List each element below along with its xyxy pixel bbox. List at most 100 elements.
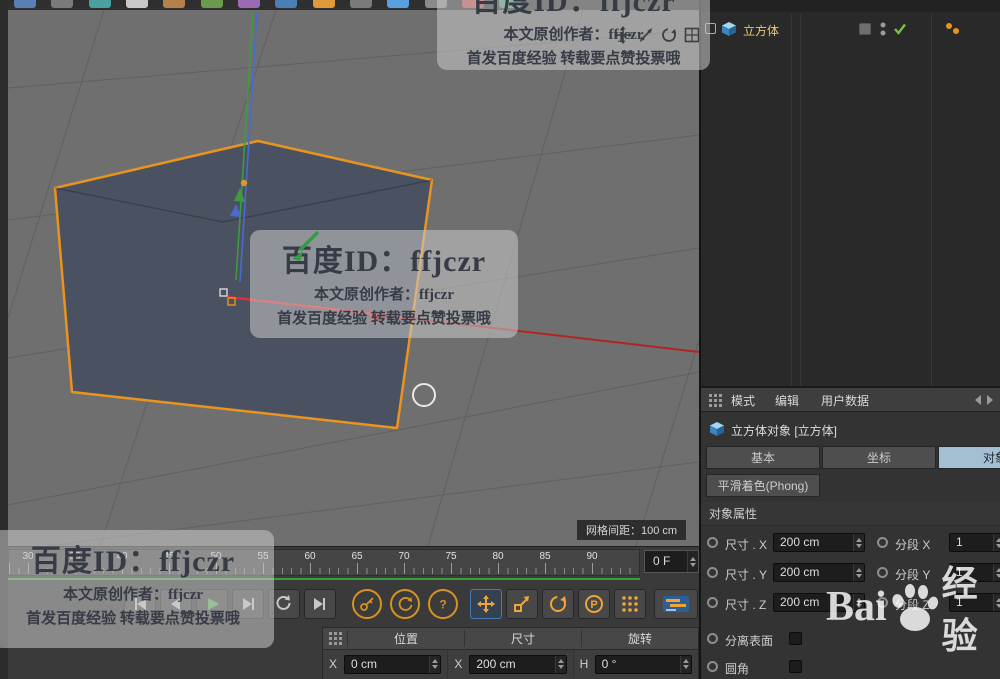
tick-label: 80 <box>492 551 504 562</box>
rotate-view-icon[interactable] <box>660 26 678 44</box>
attribute-tabs-2: 平滑着色(Phong) <box>701 474 1000 497</box>
position-x-field[interactable]: 0 cm <box>344 654 442 674</box>
zoom-view-icon[interactable] <box>637 26 655 44</box>
toolbar-icon-cutoff[interactable] <box>275 0 298 8</box>
toolbar-icon-cutoff[interactable] <box>387 0 410 8</box>
segments-x-input[interactable]: 1 <box>949 533 1000 552</box>
toolbar-icon-cutoff[interactable] <box>238 0 261 8</box>
anim-radio[interactable] <box>707 661 718 672</box>
toolbar-icon-cutoff[interactable] <box>312 0 335 8</box>
anim-radio[interactable] <box>707 537 718 548</box>
anim-radio[interactable] <box>707 567 718 578</box>
key-rotation-button[interactable] <box>542 589 574 619</box>
key-point-level-button[interactable] <box>614 589 646 619</box>
record-keyframe-button[interactable] <box>352 589 382 619</box>
toolbar-icon-cutoff[interactable] <box>14 0 36 8</box>
c4d-window: 网格间距：100 cm 30354045505560657075808590 0 <box>0 0 1000 679</box>
property-label: 分离表面 <box>725 634 774 648</box>
menu-edit[interactable]: 编辑 <box>775 392 799 409</box>
property-row-size-x: 尺寸 . X 200 cm 分段 X 1 <box>701 531 1000 555</box>
tab-object[interactable]: 对象 <box>938 446 1000 469</box>
help-glyph: ? <box>439 598 446 612</box>
watermark-author-text: 本文原创作者：ffjczr <box>63 587 203 603</box>
toolbar-icon-cutoff[interactable] <box>200 0 223 8</box>
keyframe-help-button[interactable]: ? <box>428 589 458 619</box>
object-row-cube[interactable]: 立方体 <box>701 18 1000 40</box>
coordinates-header: 位置 尺寸 旋转 <box>323 628 698 650</box>
green-arrow-mark <box>292 230 320 261</box>
render-dots-icon[interactable] <box>945 21 961 37</box>
tab-coordinates[interactable]: 坐标 <box>822 446 936 469</box>
tick-label: 85 <box>539 551 551 562</box>
size-x-input[interactable]: 200 cm <box>773 533 865 552</box>
rotation-h-field[interactable]: 0 ° <box>594 654 692 674</box>
timeline-window-button[interactable] <box>654 589 698 619</box>
toggle-views-icon[interactable] <box>683 26 699 44</box>
tab-phong[interactable]: 平滑着色(Phong) <box>706 474 820 497</box>
property-label: 分段 X <box>895 538 931 552</box>
autokey-button[interactable] <box>390 589 420 619</box>
toolbar-icon-cutoff[interactable] <box>51 0 74 8</box>
pan-view-icon[interactable] <box>614 26 632 44</box>
axis-label: X <box>454 657 463 671</box>
toolbar-icon-cutoff[interactable] <box>126 0 149 8</box>
tick-label: 65 <box>351 551 363 562</box>
menu-mode[interactable]: 模式 <box>731 392 755 409</box>
field-stepper[interactable] <box>993 534 1000 551</box>
section-title: 对象属性 <box>709 507 758 521</box>
watermark-author-text: 本文原创作者：ffjczr <box>314 287 454 303</box>
jingyan-logo-text: 经验 <box>941 563 980 656</box>
key-parameter-button[interactable]: P <box>578 589 610 619</box>
attribute-tabs: 基本 坐标 对象 <box>701 446 1000 469</box>
field-stepper[interactable] <box>853 534 864 551</box>
anim-radio[interactable] <box>707 633 718 644</box>
key-scale-button[interactable] <box>506 589 538 619</box>
header-position: 位置 <box>347 630 464 647</box>
toolbar-icon-cutoff[interactable] <box>163 0 186 8</box>
separate-surfaces-checkbox[interactable] <box>789 632 802 645</box>
toolbar-icon-cutoff[interactable] <box>88 0 111 8</box>
viewport-nav-icons <box>614 26 699 44</box>
key-position-button[interactable] <box>470 589 502 619</box>
om-column-divider <box>791 14 792 386</box>
field-stepper[interactable] <box>429 655 441 673</box>
grid-spacing-label: 网格间距：100 cm <box>577 520 687 540</box>
p-glyph: P <box>590 599 597 611</box>
field-stepper[interactable] <box>679 655 691 673</box>
tab-basic[interactable]: 基本 <box>706 446 820 469</box>
watermark-bottom-left: 百度ID：ffjczr 本文原创作者：ffjczr 首发百度经验 转载要点赞投票… <box>0 530 274 648</box>
object-name[interactable]: 立方体 <box>743 22 779 39</box>
anim-radio[interactable] <box>707 597 718 608</box>
attribute-object-title-row: 立方体对象 [立方体] <box>701 416 1000 442</box>
tick-label: 90 <box>586 551 598 562</box>
section-object-properties[interactable]: 对象属性 <box>701 502 1000 526</box>
coordinates-panel: 位置 尺寸 旋转 X 0 cm X 200 cm H 0 ° <box>322 627 699 679</box>
watermark-id-text: 百度ID：ffjczr <box>471 0 676 18</box>
visibility-dots-icon[interactable] <box>879 21 887 37</box>
property-label: 圆角 <box>725 662 750 676</box>
object-title: 立方体对象 [立方体] <box>731 424 838 438</box>
cursor-circle <box>412 383 436 407</box>
anim-radio[interactable] <box>877 537 888 548</box>
fillet-checkbox[interactable] <box>789 660 802 673</box>
mode-grid-icon[interactable] <box>709 394 723 407</box>
current-frame-field[interactable]: 0 F <box>644 550 699 573</box>
layer-chip-icon[interactable] <box>859 23 871 35</box>
watermark-baidu-logo: Bai 经验 <box>826 562 1000 656</box>
panel-grid-icon <box>329 632 342 645</box>
history-arrows-icon[interactable] <box>975 395 993 405</box>
field-stepper[interactable] <box>554 655 566 673</box>
frame-stepper[interactable] <box>687 551 698 572</box>
attribute-menubar: 模式 编辑 用户数据 <box>701 388 1000 412</box>
om-column-divider <box>800 14 801 386</box>
property-label: 尺寸 . X <box>725 538 768 552</box>
toolbar-icon-cutoff[interactable] <box>350 0 373 8</box>
goto-end-button[interactable] <box>304 589 336 619</box>
watermark-note-text: 首发百度经验 转载要点赞投票哦 <box>277 311 491 327</box>
watermark-note-text: 首发百度经验 转载要点赞投票哦 <box>466 51 681 67</box>
size-x-field[interactable]: 200 cm <box>469 654 567 674</box>
gizmo-handle-dot[interactable] <box>240 179 248 187</box>
menu-user-data[interactable]: 用户数据 <box>821 392 869 409</box>
enabled-check-icon[interactable] <box>893 22 907 36</box>
watermark-note-text: 首发百度经验 转载要点赞投票哦 <box>26 611 240 627</box>
